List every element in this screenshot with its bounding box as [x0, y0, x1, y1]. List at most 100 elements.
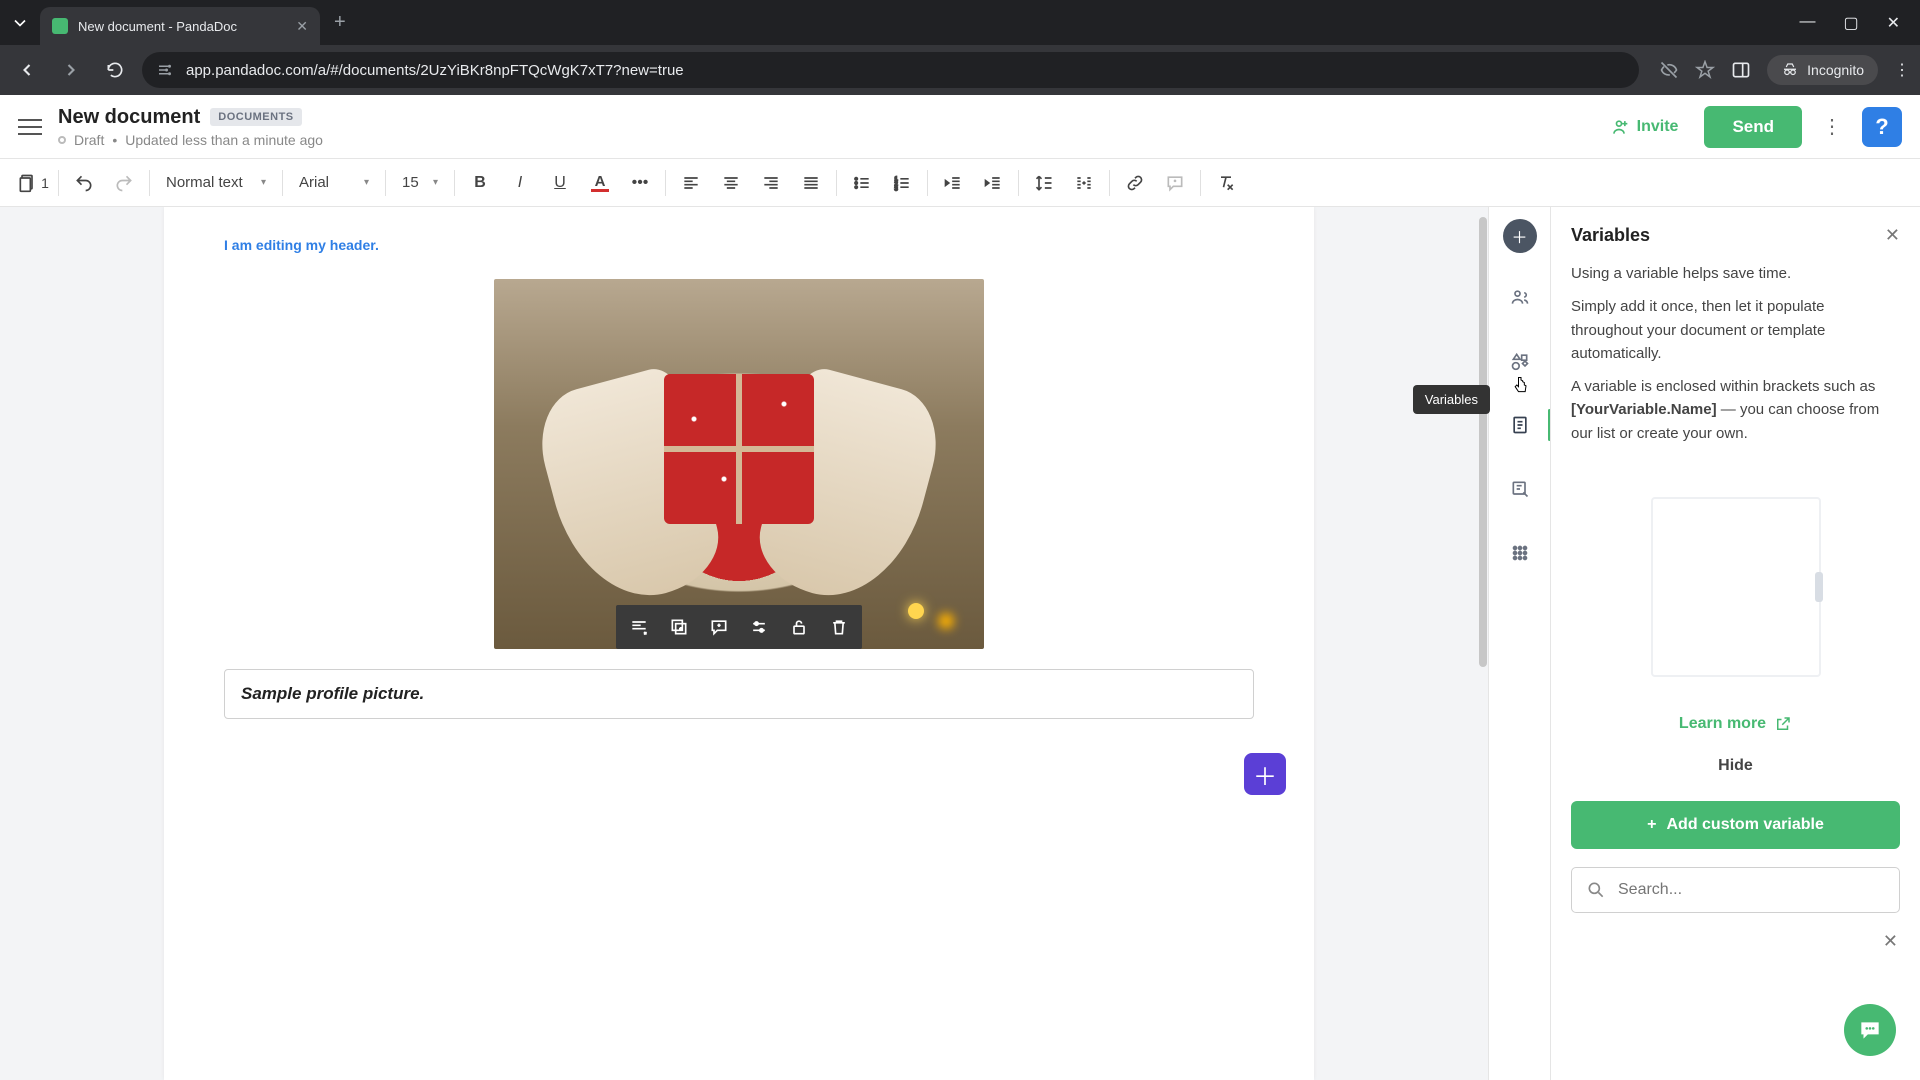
incognito-label: Incognito [1807, 62, 1864, 78]
bookmark-icon[interactable] [1695, 60, 1715, 80]
rail-content-button[interactable] [1500, 341, 1540, 381]
rail-variables-button[interactable] [1500, 405, 1540, 445]
font-color-button[interactable]: A [581, 164, 619, 202]
variables-search-input[interactable] [1618, 881, 1885, 899]
redo-button[interactable] [105, 164, 143, 202]
column-spacing-button[interactable] [1065, 164, 1103, 202]
outdent-button[interactable] [934, 164, 972, 202]
browser-tab[interactable]: New document - PandaDoc ✕ [40, 7, 320, 45]
line-spacing-button[interactable] [1025, 164, 1063, 202]
italic-button[interactable]: I [501, 164, 539, 202]
indent-icon [983, 173, 1003, 193]
align-justify-button[interactable] [792, 164, 830, 202]
chevron-down-icon [10, 13, 30, 33]
bullet-list-button[interactable] [843, 164, 881, 202]
status-separator: • [112, 132, 117, 148]
add-comment-icon [709, 617, 729, 637]
font-size-select[interactable]: 15 [392, 165, 448, 201]
scrollbar-thumb[interactable] [1479, 217, 1487, 667]
hide-panel-link[interactable]: Hide [1718, 757, 1753, 774]
url-text: app.pandadoc.com/a/#/documents/2UzYiBKr8… [186, 62, 684, 79]
maximize-window-icon[interactable]: ▢ [1843, 13, 1858, 33]
panel-title: Variables [1571, 225, 1650, 246]
rail-apps-button[interactable] [1500, 533, 1540, 573]
comment-icon [1165, 173, 1185, 193]
panel-p2: A variable is enclosed within brackets s… [1571, 375, 1900, 445]
image-duplicate-button[interactable] [660, 609, 698, 645]
outdent-icon [943, 173, 963, 193]
people-icon [1510, 287, 1530, 307]
design-icon [1510, 479, 1530, 499]
dismiss-tip-icon[interactable]: ✕ [1883, 931, 1898, 952]
add-block-fab[interactable]: ＋ [1244, 753, 1286, 795]
document-image-block[interactable] [494, 279, 984, 649]
image-settings-button[interactable] [740, 609, 778, 645]
document-header-text[interactable]: I am editing my header. [224, 237, 1254, 253]
rail-recipients-button[interactable] [1500, 277, 1540, 317]
panel-intro: Using a variable helps save time. [1571, 262, 1900, 285]
image-align-button[interactable] [620, 609, 658, 645]
close-tab-icon[interactable]: ✕ [296, 18, 308, 35]
document-title[interactable]: New document [58, 106, 200, 129]
back-button[interactable] [10, 53, 44, 87]
send-button[interactable]: Send [1704, 106, 1802, 148]
caption-field[interactable]: Sample profile picture. [224, 669, 1254, 719]
minimize-window-icon[interactable]: — [1799, 13, 1815, 33]
numbered-list-icon: 123 [892, 173, 912, 193]
underline-button[interactable]: U [541, 164, 579, 202]
text-style-select[interactable]: Normal text [156, 165, 276, 201]
learn-more-link[interactable]: Learn more [1679, 715, 1792, 733]
plus-icon: ＋ [1253, 757, 1277, 792]
close-window-icon[interactable]: ✕ [1887, 13, 1900, 33]
pandadoc-favicon-icon [52, 18, 68, 34]
align-right-button[interactable] [752, 164, 790, 202]
variables-search[interactable] [1571, 867, 1900, 913]
sliders-icon [749, 617, 769, 637]
site-settings-icon[interactable] [156, 61, 174, 79]
tab-title: New document - PandaDoc [78, 19, 286, 34]
link-button[interactable] [1116, 164, 1154, 202]
tab-search-dropdown[interactable] [0, 0, 40, 45]
align-left-button[interactable] [672, 164, 710, 202]
align-left-icon [681, 173, 701, 193]
side-panel-icon[interactable] [1731, 60, 1751, 80]
hide-preview-icon[interactable] [1659, 60, 1679, 80]
image-lock-button[interactable] [780, 609, 818, 645]
help-button[interactable]: ? [1862, 107, 1902, 147]
more-menu-button[interactable]: ⋮ [1812, 107, 1852, 147]
clear-format-icon [1216, 173, 1236, 193]
invite-label: Invite [1637, 118, 1679, 136]
clear-formatting-button[interactable] [1207, 164, 1245, 202]
document-canvas[interactable]: I am editing my header. Sample pro [0, 207, 1478, 1080]
image-comment-button[interactable] [700, 609, 738, 645]
more-formatting-button[interactable]: ••• [621, 164, 659, 202]
right-rail: ＋ Variables [1488, 207, 1550, 1080]
menu-button[interactable] [18, 119, 42, 135]
close-panel-button[interactable]: ✕ [1885, 225, 1900, 246]
pages-button[interactable]: 1 [14, 164, 52, 202]
gift-image [494, 279, 984, 649]
comment-button[interactable] [1156, 164, 1194, 202]
invite-button[interactable]: Invite [1593, 107, 1695, 147]
new-tab-button[interactable]: + [320, 11, 360, 34]
add-custom-variable-button[interactable]: + Add custom variable [1571, 801, 1900, 849]
rail-design-button[interactable] [1500, 469, 1540, 509]
font-family-select[interactable]: Arial [289, 165, 379, 201]
shapes-icon [1510, 351, 1530, 371]
image-delete-button[interactable] [820, 609, 858, 645]
address-bar[interactable]: app.pandadoc.com/a/#/documents/2UzYiBKr8… [142, 52, 1639, 88]
browser-menu-icon[interactable]: ⋮ [1894, 60, 1910, 80]
align-center-button[interactable] [712, 164, 750, 202]
indent-button[interactable] [974, 164, 1012, 202]
undo-button[interactable] [65, 164, 103, 202]
canvas-scrollbar[interactable] [1478, 207, 1488, 1080]
rail-add-button[interactable]: ＋ [1503, 219, 1537, 253]
invite-icon [1609, 117, 1629, 137]
bold-button[interactable]: B [461, 164, 499, 202]
reload-button[interactable] [98, 53, 132, 87]
incognito-badge[interactable]: Incognito [1767, 55, 1878, 85]
undo-icon [74, 173, 94, 193]
chat-fab[interactable] [1844, 1004, 1896, 1056]
numbered-list-button[interactable]: 123 [883, 164, 921, 202]
panel-p1: Simply add it once, then let it populate… [1571, 295, 1900, 365]
